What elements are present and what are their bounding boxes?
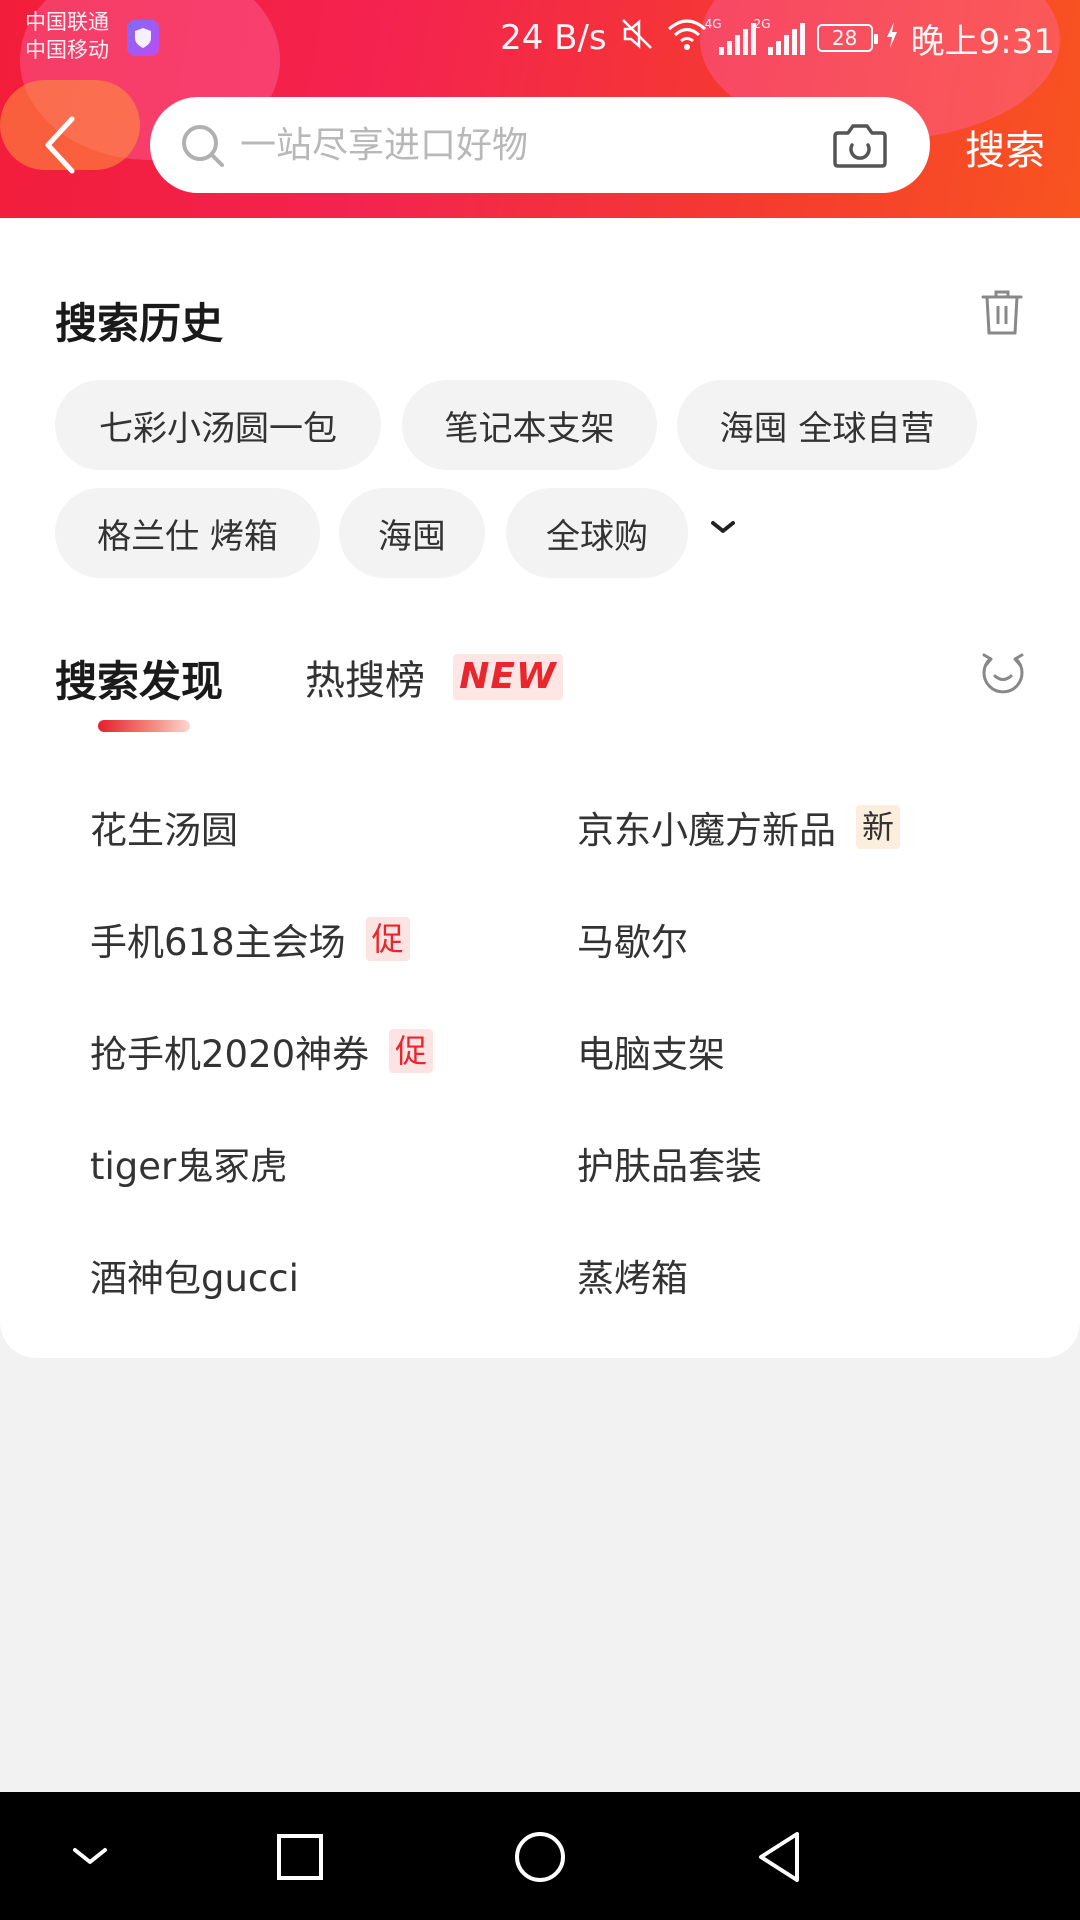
signal-icon: 2G: [754, 17, 805, 55]
search-input[interactable]: [240, 117, 760, 173]
discover-item-label: 马歇尔: [577, 921, 688, 964]
search-box[interactable]: [150, 97, 930, 193]
discover-item[interactable]: 抢手机2020神券 促: [90, 1024, 434, 1078]
search-icon: [182, 125, 224, 167]
tab-search-discover[interactable]: 搜索发现: [55, 648, 223, 709]
discover-item[interactable]: 手机618主会场 促: [90, 912, 410, 966]
discover-item-label: 手机618主会场: [90, 921, 346, 964]
shield-icon: [127, 20, 159, 56]
back-button[interactable]: [38, 115, 88, 175]
new-badge: NEW: [453, 654, 563, 700]
recents-icon[interactable]: [265, 1822, 335, 1892]
discover-item[interactable]: tiger鬼冢虎: [90, 1136, 287, 1190]
battery-icon: 28: [816, 24, 878, 52]
history-chip[interactable]: 格兰仕 烤箱: [55, 488, 320, 578]
discover-item-label: 蒸烤箱: [577, 1257, 688, 1300]
expand-chevron-icon[interactable]: [705, 515, 741, 539]
chevron-left-icon: [45, 116, 75, 174]
discover-item-label: 电脑支架: [577, 1033, 725, 1076]
camera-icon[interactable]: [832, 121, 888, 169]
mute-icon: [619, 16, 655, 61]
history-chip[interactable]: 全球购: [506, 488, 688, 578]
discover-item-label: 护肤品套装: [577, 1145, 762, 1188]
home-icon[interactable]: [505, 1822, 575, 1892]
active-tab-indicator: [98, 720, 190, 732]
signal-icon: 4G: [705, 17, 756, 55]
discover-item-label: tiger鬼冢虎: [90, 1145, 288, 1188]
carrier-1: 中国联通: [25, 10, 109, 34]
battery-level: 28: [831, 26, 858, 50]
history-chip[interactable]: 海囤 全球自营: [677, 380, 977, 470]
discover-item[interactable]: 蒸烤箱: [577, 1248, 688, 1302]
net-speed: 24 B/s: [500, 18, 607, 58]
discover-item[interactable]: 花生汤圆: [90, 800, 238, 854]
history-title: 搜索历史: [55, 299, 224, 348]
wifi-icon: [667, 17, 707, 60]
status-bar: 中国联通 中国移动 24 B/s 4G 2G 28 晚上9:31: [0, 0, 1080, 80]
discover-item-label: 京东小魔方新品: [577, 809, 836, 852]
system-nav-bar: [0, 1792, 1080, 1920]
history-chip[interactable]: 海囤: [339, 488, 485, 578]
discover-item-label: 酒神包gucci: [90, 1257, 299, 1300]
carrier-info: 中国联通 中国移动: [25, 8, 109, 64]
charging-icon: [885, 18, 899, 58]
tab-hot-list[interactable]: 热搜榜: [305, 648, 425, 706]
status-right: 24 B/s 4G 2G 28 晚上9:31: [500, 14, 1055, 62]
discover-item[interactable]: 京东小魔方新品 新: [577, 800, 900, 854]
carrier-2: 中国移动: [25, 38, 109, 62]
search-button[interactable]: 搜索: [965, 118, 1045, 176]
discover-item-label: 抢手机2020神券: [90, 1033, 370, 1076]
history-chip[interactable]: 七彩小汤圆一包: [55, 380, 381, 470]
content-card: 搜索历史 七彩小汤圆一包 笔记本支架 海囤 全球自营 格兰仕 烤箱 海囤 全球购…: [0, 218, 1080, 1358]
promo-badge: 促: [389, 1029, 434, 1073]
discover-item[interactable]: 电脑支架: [577, 1024, 725, 1078]
refresh-icon[interactable]: [980, 651, 1026, 697]
back-nav-icon[interactable]: [745, 1822, 815, 1892]
history-chip[interactable]: 笔记本支架: [402, 380, 657, 470]
discover-item[interactable]: 护肤品套装: [577, 1136, 762, 1190]
header: 中国联通 中国移动 24 B/s 4G 2G 28 晚上9:31 一站尽享进口好…: [0, 0, 1080, 230]
discover-item[interactable]: 马歇尔: [577, 912, 688, 966]
hide-keyboard-icon[interactable]: [55, 1822, 125, 1892]
promo-badge: 促: [365, 917, 410, 961]
discover-item[interactable]: 酒神包gucci: [90, 1248, 299, 1302]
new-tag-badge: 新: [856, 805, 900, 849]
discover-item-label: 花生汤圆: [90, 809, 238, 852]
trash-icon[interactable]: [980, 288, 1024, 336]
clock: 晚上9:31: [910, 21, 1055, 62]
